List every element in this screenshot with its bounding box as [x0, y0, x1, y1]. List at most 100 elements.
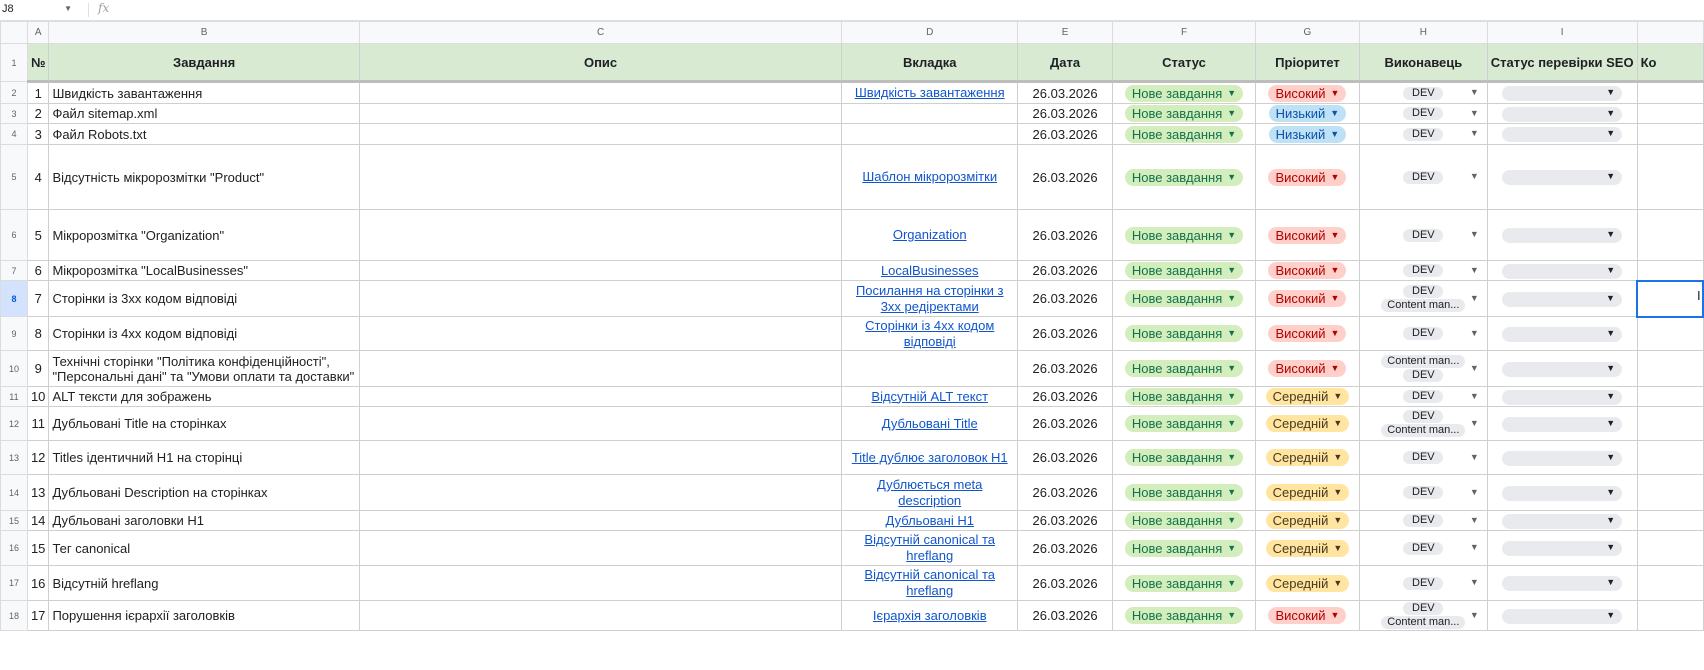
executor-cell[interactable]: DEV ▼ [1358, 510, 1488, 531]
date-cell[interactable]: 26.03.2026 [1017, 565, 1114, 601]
dropdown-arrow-icon[interactable]: ▼ [1333, 415, 1342, 432]
task-cell[interactable]: Дубльовані Description на сторінках [48, 474, 360, 511]
priority-cell[interactable]: Середній ▼ [1254, 510, 1360, 531]
row-number[interactable]: 9 [0, 316, 28, 351]
dropdown-arrow-icon[interactable]: ▼ [1606, 391, 1615, 401]
date-cell[interactable]: 26.03.2026 [1017, 280, 1114, 317]
status-cell[interactable]: Нове завдання ▼ [1112, 565, 1256, 601]
task-cell[interactable]: Тег canonical [48, 530, 360, 566]
seo-status-cell[interactable]: ▼ [1486, 123, 1638, 145]
spreadsheet-grid[interactable]: A B C D E F G H I 1 № Завдання Опис Вкладка Дата Статус… [0, 21, 1704, 670]
description-cell[interactable] [358, 81, 843, 104]
comment-cell[interactable] [1636, 316, 1704, 351]
header-cell[interactable]: Виконавець [1358, 43, 1488, 83]
executor-chip[interactable]: DEV [1403, 170, 1444, 184]
priority-cell[interactable]: Високий ▼ [1254, 260, 1360, 281]
status-cell[interactable]: Нове завдання ▼ [1112, 144, 1256, 210]
task-cell[interactable]: ALT тексти для зображень [48, 386, 360, 407]
executor-chip[interactable]: DEV [1403, 264, 1444, 277]
executor-cell[interactable]: DEV ▼ [1358, 260, 1488, 281]
comment-cell[interactable] [1636, 350, 1704, 387]
status-chip[interactable]: Нове завдання ▼ [1124, 388, 1244, 405]
comment-cell[interactable] [1636, 123, 1704, 145]
tab-cell[interactable]: Title дублює заголовок H1 [841, 440, 1019, 475]
priority-cell[interactable]: Середній ▼ [1254, 406, 1360, 441]
description-cell[interactable] [358, 406, 843, 441]
comment-cell[interactable] [1636, 386, 1704, 407]
tab-cell[interactable]: Швидкість завантаження [841, 81, 1019, 104]
number-cell[interactable]: 3 [26, 123, 50, 145]
status-cell[interactable]: Нове завдання ▼ [1112, 510, 1256, 531]
dropdown-arrow-icon[interactable]: ▼ [1227, 325, 1236, 342]
seo-status-dropdown[interactable]: ▼ [1502, 450, 1623, 466]
column-header-f[interactable]: F [1112, 21, 1256, 44]
status-chip[interactable]: Нове завдання ▼ [1124, 484, 1244, 501]
tab-cell[interactable]: LocalBusinesses [841, 260, 1019, 281]
dropdown-arrow-icon[interactable]: ▼ [1470, 610, 1479, 620]
task-cell[interactable]: Дубльовані Title на сторінках [48, 406, 360, 441]
dropdown-arrow-icon[interactable]: ▼ [1227, 415, 1236, 432]
task-cell[interactable]: Сторінки із 4хх кодом відповіді [48, 316, 360, 351]
description-cell[interactable] [358, 316, 843, 351]
dropdown-arrow-icon[interactable]: ▼ [1606, 128, 1615, 138]
dropdown-arrow-icon[interactable]: ▼ [1470, 328, 1479, 338]
executor-chip[interactable]: DEV [1403, 514, 1444, 527]
dropdown-arrow-icon[interactable]: ▼ [1470, 577, 1479, 587]
dropdown-arrow-icon[interactable]: ▼ [1606, 515, 1615, 525]
status-cell[interactable]: Нове завдання ▼ [1112, 123, 1256, 145]
task-cell[interactable]: Файл Robots.txt [48, 123, 360, 145]
status-chip[interactable]: Нове завдання ▼ [1124, 168, 1244, 186]
executor-chip[interactable]: DEV [1403, 486, 1444, 499]
dropdown-arrow-icon[interactable]: ▼ [1470, 108, 1479, 118]
tab-link[interactable]: Відсутній ALT текст [871, 389, 988, 404]
column-header-e[interactable]: E [1017, 21, 1114, 44]
executor-cell[interactable]: DEV ▼ [1358, 565, 1488, 601]
description-cell[interactable] [358, 530, 843, 566]
description-cell[interactable] [358, 600, 843, 631]
executor-chip[interactable]: DEV [1403, 576, 1444, 590]
priority-cell[interactable]: Середній ▼ [1254, 565, 1360, 601]
priority-cell[interactable]: Середній ▼ [1254, 474, 1360, 511]
priority-cell[interactable]: Високий ▼ [1254, 280, 1360, 317]
dropdown-arrow-icon[interactable]: ▼ [1227, 388, 1236, 405]
executor-cell[interactable]: DEV ▼ [1358, 440, 1488, 475]
executor-cell[interactable]: DEV ▼ [1358, 474, 1488, 511]
number-cell[interactable]: 11 [26, 406, 50, 441]
description-cell[interactable] [358, 103, 843, 124]
priority-cell[interactable]: Низький ▼ [1254, 123, 1360, 145]
dropdown-arrow-icon[interactable]: ▼ [1606, 418, 1615, 428]
executor-cell[interactable]: DEV Content man... ▼ [1358, 600, 1488, 631]
status-chip[interactable]: Нове завдання ▼ [1124, 415, 1244, 432]
row-number[interactable]: 15 [0, 510, 28, 531]
comment-cell[interactable] [1636, 600, 1704, 631]
dropdown-arrow-icon[interactable]: ▼ [1227, 540, 1236, 557]
status-cell[interactable]: Нове завдання ▼ [1112, 103, 1256, 124]
dropdown-arrow-icon[interactable]: ▼ [1227, 126, 1236, 143]
priority-cell[interactable]: Високий ▼ [1254, 81, 1360, 104]
dropdown-arrow-icon[interactable]: ▼ [1470, 391, 1479, 401]
header-cell[interactable]: № [26, 43, 50, 83]
column-header-i[interactable]: I [1486, 21, 1638, 44]
priority-cell[interactable]: Високий ▼ [1254, 209, 1360, 261]
status-cell[interactable]: Нове завдання ▼ [1112, 406, 1256, 441]
seo-status-cell[interactable]: ▼ [1486, 510, 1638, 531]
tab-link[interactable]: Посилання на сторінки з 3хх редіректами [856, 283, 1004, 314]
executor-cell[interactable]: DEV ▼ [1358, 103, 1488, 124]
column-header-g[interactable]: G [1254, 21, 1360, 44]
seo-status-dropdown[interactable]: ▼ [1502, 389, 1623, 405]
dropdown-arrow-icon[interactable]: ▼ [1606, 363, 1615, 373]
priority-cell[interactable]: Середній ▼ [1254, 386, 1360, 407]
dropdown-arrow-icon[interactable]: ▼ [1227, 85, 1236, 102]
seo-status-dropdown[interactable]: ▼ [1502, 228, 1623, 244]
status-cell[interactable]: Нове завдання ▼ [1112, 209, 1256, 261]
dropdown-arrow-icon[interactable]: ▼ [1227, 449, 1236, 466]
date-cell[interactable]: 26.03.2026 [1017, 386, 1114, 407]
dropdown-arrow-icon[interactable]: ▼ [1606, 87, 1615, 97]
tab-cell[interactable]: Ієрархія заголовків [841, 600, 1019, 631]
row-number[interactable]: 6 [0, 209, 28, 261]
dropdown-arrow-icon[interactable]: ▼ [1330, 105, 1339, 122]
status-chip[interactable]: Нове завдання ▼ [1124, 360, 1244, 377]
date-cell[interactable]: 26.03.2026 [1017, 600, 1114, 631]
date-cell[interactable]: 26.03.2026 [1017, 209, 1114, 261]
seo-status-cell[interactable]: ▼ [1486, 386, 1638, 407]
